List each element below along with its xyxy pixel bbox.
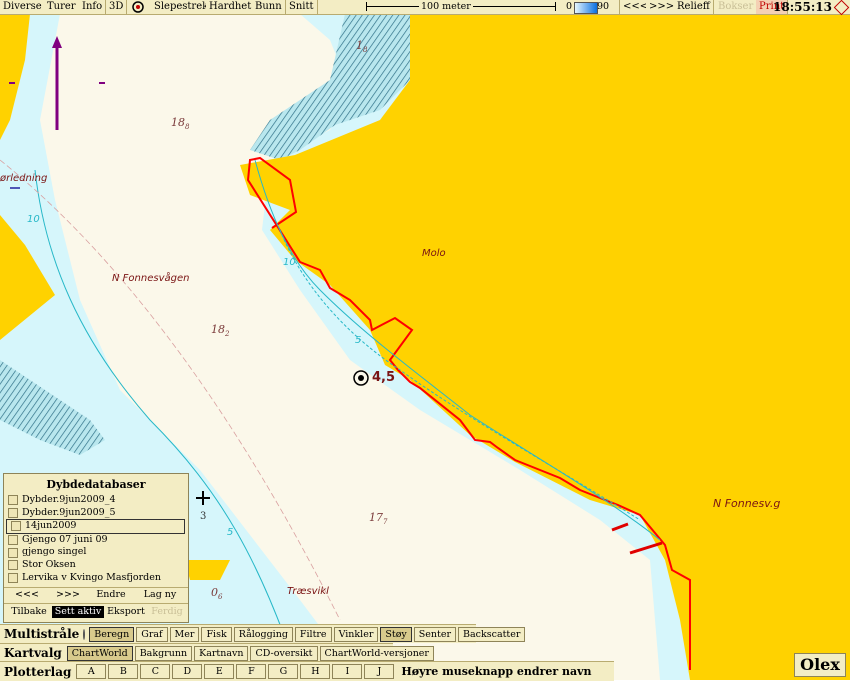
3d-button[interactable]: 3D: [106, 0, 128, 14]
snitt-button[interactable]: Snitt: [286, 0, 318, 14]
mer-button[interactable]: Mer: [169, 626, 200, 642]
layer-j-button[interactable]: J: [364, 664, 395, 679]
multistraale-label: Multistråle: [4, 627, 80, 641]
depth-database-panel: Dybdedatabaser Dybder.9jun2009_4 Dybder.…: [3, 473, 189, 623]
bokser-button[interactable]: Bokser: [715, 0, 758, 14]
senter-button[interactable]: Senter: [413, 626, 457, 642]
layer-g-button[interactable]: G: [268, 664, 299, 679]
db-new-button[interactable]: Lag ny: [136, 589, 184, 601]
layer-h-button[interactable]: H: [300, 664, 331, 679]
depth-1-8: 18: [356, 39, 368, 55]
relieff-button[interactable]: Relieff: [674, 0, 714, 14]
db-item[interactable]: Dybder.9jun2009_4: [4, 494, 188, 507]
layer-e-button[interactable]: E: [204, 664, 235, 679]
beregn-button[interactable]: Beregn: [89, 626, 135, 642]
ralogging-button[interactable]: Rålogging: [233, 626, 293, 642]
depth-18-8: 188: [171, 116, 190, 132]
filtre-button[interactable]: Filtre: [294, 626, 332, 642]
kartnavn-button[interactable]: Kartnavn: [194, 645, 249, 661]
backscatter-button[interactable]: Backscatter: [458, 626, 526, 642]
label-n-fonnesvagen: N Fonnesvågen: [112, 273, 190, 284]
db-edit-button[interactable]: Endre: [92, 589, 130, 601]
panel-title: Dybdedatabaser: [46, 478, 146, 491]
layer-f-button[interactable]: F: [236, 664, 267, 679]
depth-3: 3: [200, 511, 207, 522]
scale-label: 100 meter: [419, 0, 473, 14]
multistraale-row: Multistråle Beregn Graf Mer Fisk Råloggi…: [0, 624, 526, 643]
layer-b-button[interactable]: B: [108, 664, 139, 679]
contour-label-10a: 10: [27, 214, 40, 225]
bunn-button[interactable]: Bunn: [252, 0, 286, 14]
kartvalg-label: Kartvalg: [4, 646, 62, 660]
layer-a-button[interactable]: A: [76, 664, 107, 679]
stoy-button[interactable]: Støy: [380, 626, 412, 642]
db-item[interactable]: Dybder.9jun2009_5: [4, 507, 188, 520]
diverse-button[interactable]: Diverse: [0, 0, 46, 14]
label-orledning: ørledning: [0, 173, 48, 184]
graf-button[interactable]: Graf: [136, 626, 168, 642]
vinkler-button[interactable]: Vinkler: [333, 626, 379, 642]
vessel-depth-readout: 4,5: [372, 370, 396, 385]
db-set-active-button[interactable]: Sett aktiv: [52, 606, 104, 618]
chartworld-button[interactable]: ChartWorld: [66, 645, 133, 661]
db-prev-button[interactable]: <<<: [8, 589, 46, 601]
db-export-button[interactable]: Eksport: [105, 606, 147, 618]
layer-c-button[interactable]: C: [140, 664, 171, 679]
db-item-selected[interactable]: 14jun2009: [6, 519, 185, 534]
plotterlag-hint: Høyre museknapp endrer navn: [401, 665, 592, 678]
fisk-button[interactable]: Fisk: [201, 626, 232, 642]
label-n-fonnesv-g: N Fonnesv.g: [713, 497, 781, 510]
chartworld-versjoner-button[interactable]: ChartWorld-versjoner: [319, 645, 434, 661]
plotterlag-row: Plotterlag A B C D E F G H I J Høyre mus…: [0, 661, 614, 681]
db-next-button[interactable]: >>>: [49, 589, 87, 601]
slepestrek-button[interactable]: Slepestrek: [151, 0, 213, 14]
depth-min-label: 0: [566, 1, 573, 12]
label-traesvikl: Træsvikl: [287, 586, 329, 597]
depth-color-scale[interactable]: [574, 2, 598, 14]
layer-i-button[interactable]: I: [332, 664, 363, 679]
depth-17-7: 177: [369, 511, 388, 527]
multistraale-status-icon[interactable]: [83, 628, 86, 640]
db-item[interactable]: Lervika v Kvingo Masfjorden: [4, 572, 188, 585]
layer-d-button[interactable]: D: [172, 664, 203, 679]
depth-0-6: 06: [211, 586, 223, 602]
contour-label-5b: 5: [227, 527, 234, 538]
info-button[interactable]: Info: [79, 0, 107, 14]
db-item[interactable]: Stor Oksen: [4, 559, 188, 572]
hardhet-button[interactable]: Hardhet: [206, 0, 256, 14]
turer-button[interactable]: Turer: [44, 0, 80, 14]
olex-logo[interactable]: Olex: [794, 653, 846, 677]
cd-oversikt-button[interactable]: CD-oversikt: [250, 645, 318, 661]
contour-label-10b: 10: [283, 257, 296, 268]
label-molo: Molo: [422, 248, 446, 259]
bakgrunn-button[interactable]: Bakgrunn: [134, 645, 193, 661]
db-item[interactable]: gjengo singel: [4, 546, 188, 559]
depth-18-2: 182: [211, 323, 230, 339]
depth-max-label: 90: [597, 1, 610, 12]
plotterlag-label: Plotterlag: [4, 664, 72, 679]
db-done-button[interactable]: Ferdig: [148, 606, 186, 618]
db-item[interactable]: Gjengo 07 juni 09: [4, 534, 188, 547]
kartvalg-row: Kartvalg ChartWorld Bakgrunn Kartnavn CD…: [0, 643, 434, 662]
contour-label-5a: 5: [355, 335, 362, 346]
db-back-button[interactable]: Tilbake: [7, 606, 51, 618]
clock: 18:55:13: [773, 0, 832, 14]
